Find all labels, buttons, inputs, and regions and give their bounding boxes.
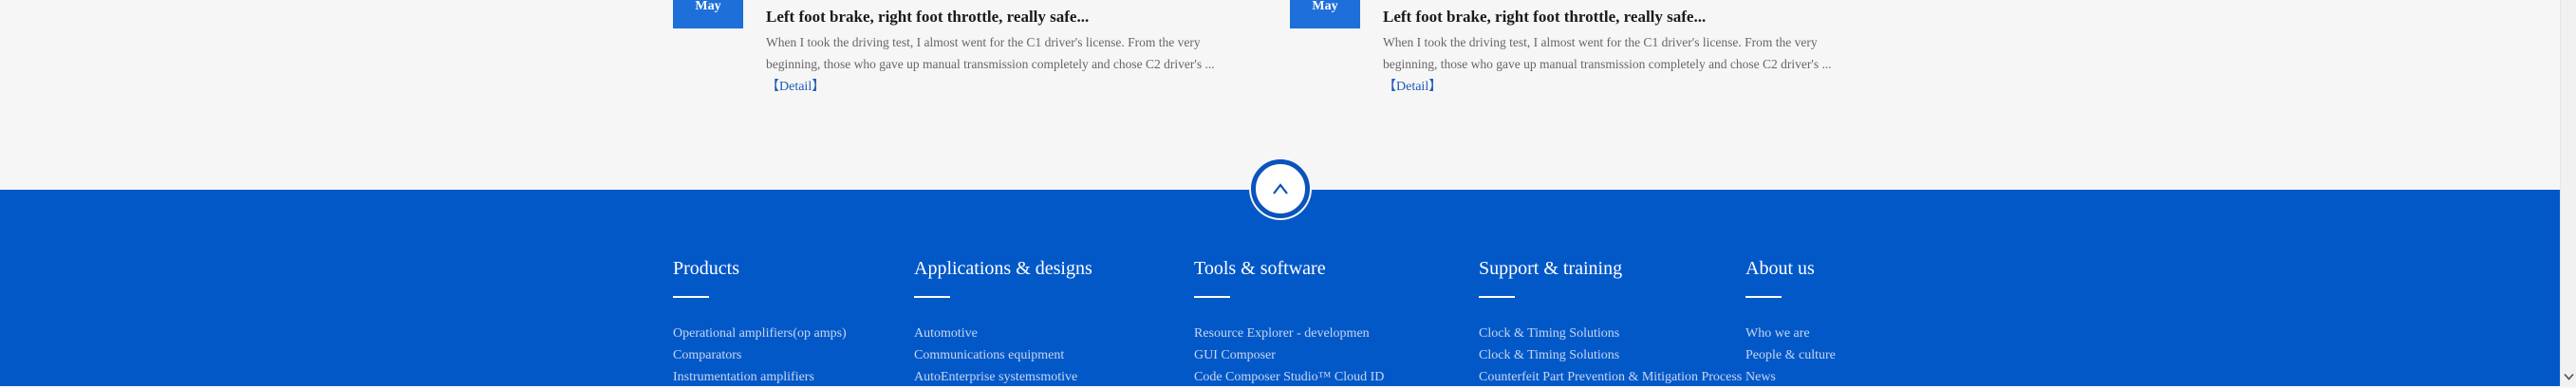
- chevron-up-icon: [1273, 183, 1288, 194]
- footer-link[interactable]: Operational amplifiers(op amps): [673, 323, 847, 344]
- footer-link[interactable]: Counterfeit Part Prevention & Mitigation…: [1479, 366, 1742, 388]
- footer-link[interactable]: AutoEnterprise systemsmotive: [914, 366, 1092, 388]
- footer-link[interactable]: Clock & Timing Solutions: [1479, 323, 1742, 344]
- title-underline: [914, 296, 950, 298]
- scroll-down-button[interactable]: [2563, 370, 2575, 382]
- footer-column-title: Applications & designs: [914, 258, 1092, 279]
- footer-link[interactable]: People & culture: [1745, 344, 1836, 366]
- title-underline: [1479, 296, 1515, 298]
- news-title[interactable]: Left foot brake, right foot throttle, re…: [766, 8, 1089, 27]
- footer-link[interactable]: Resource Explorer - developmen: [1194, 323, 1384, 344]
- detail-link[interactable]: 【Detail】: [1383, 76, 1442, 95]
- footer-link[interactable]: Code Composer Studio™ Cloud ID: [1194, 366, 1384, 388]
- footer-column-title: Support & training: [1479, 258, 1623, 279]
- footer-link[interactable]: News: [1745, 366, 1836, 388]
- footer-link[interactable]: Clock & Timing Solutions: [1479, 344, 1742, 366]
- footer-link[interactable]: Automotive: [914, 323, 1092, 344]
- footer-link[interactable]: Instrumentation amplifiers: [673, 366, 847, 388]
- chevron-down-icon: [2564, 373, 2574, 380]
- date-badge: May: [673, 0, 743, 28]
- news-item: May Left foot brake, right foot throttle…: [1290, 0, 1878, 104]
- news-excerpt: When I took the driving test, I almost w…: [1383, 35, 1832, 71]
- footer-link[interactable]: Communications equipment: [914, 344, 1092, 366]
- footer-link-list: Resource Explorer - developmen GUI Compo…: [1194, 323, 1384, 388]
- news-title[interactable]: Left foot brake, right foot throttle, re…: [1383, 8, 1706, 27]
- title-underline: [1194, 296, 1230, 298]
- footer-link[interactable]: Comparators: [673, 344, 847, 366]
- footer-link-list: Who we are People & culture News: [1745, 323, 1836, 388]
- site-footer: Products Operational amplifiers(op amps)…: [0, 190, 2560, 386]
- title-underline: [673, 296, 709, 298]
- vertical-scrollbar[interactable]: [2560, 0, 2576, 386]
- footer-column-title: Products: [673, 258, 739, 279]
- back-to-top-button[interactable]: [1251, 159, 1310, 218]
- footer-column-support: Support & training Clock & Timing Soluti…: [1479, 258, 1742, 388]
- news-excerpt: When I took the driving test, I almost w…: [766, 35, 1215, 71]
- footer-column-products: Products Operational amplifiers(op amps)…: [673, 258, 847, 388]
- footer-column-applications: Applications & designs Automotive Commun…: [914, 258, 1092, 388]
- footer-column-tools: Tools & software Resource Explorer - dev…: [1194, 258, 1384, 388]
- news-item: May Left foot brake, right foot throttle…: [673, 0, 1261, 104]
- footer-link-list: Operational amplifiers(op amps) Comparat…: [673, 323, 847, 388]
- detail-link[interactable]: 【Detail】: [766, 76, 825, 95]
- footer-column-title: About us: [1745, 258, 1815, 279]
- date-badge: May: [1290, 0, 1360, 28]
- footer-link[interactable]: GUI Composer: [1194, 344, 1384, 366]
- title-underline: [1745, 296, 1782, 298]
- footer-column-about: About us Who we are People & culture New…: [1745, 258, 1836, 388]
- footer-link[interactable]: Who we are: [1745, 323, 1836, 344]
- footer-column-title: Tools & software: [1194, 258, 1326, 279]
- footer-link-list: Clock & Timing Solutions Clock & Timing …: [1479, 323, 1742, 388]
- footer-link-list: Automotive Communications equipment Auto…: [914, 323, 1092, 388]
